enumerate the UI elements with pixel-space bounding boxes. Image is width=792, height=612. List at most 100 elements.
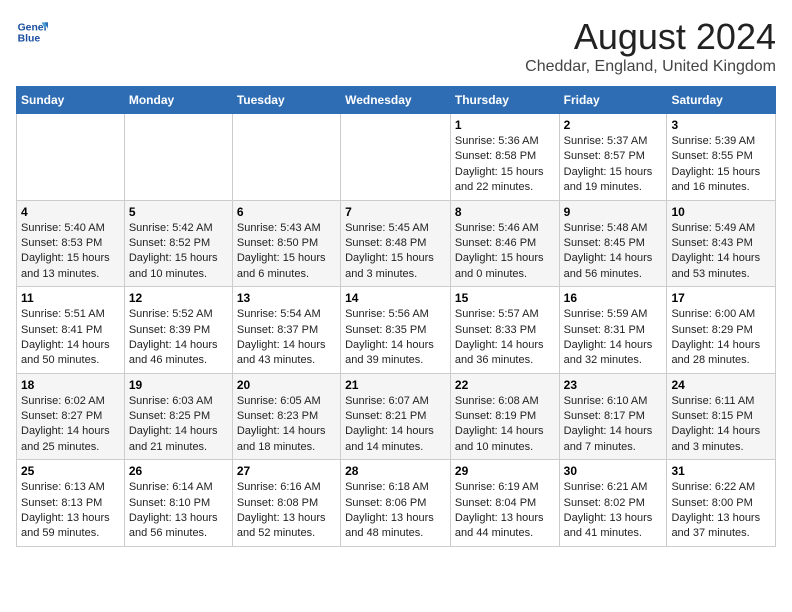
weekday-header-saturday: Saturday xyxy=(667,87,776,114)
day-number: 5 xyxy=(129,205,228,219)
day-info: Sunrise: 5:49 AM Sunset: 8:43 PM Dayligh… xyxy=(671,221,771,283)
day-info: Sunrise: 6:10 AM Sunset: 8:17 PM Dayligh… xyxy=(564,394,663,456)
calendar-cell: 3Sunrise: 5:39 AM Sunset: 8:55 PM Daylig… xyxy=(667,114,776,201)
day-number: 11 xyxy=(21,291,120,305)
calendar-cell: 1 Sunrise: 5:36 AM Sunset: 8:58 PM Daylig… xyxy=(450,114,559,201)
calendar-cell: 2 Sunrise: 5:37 AM Sunset: 8:57 PM Daylig… xyxy=(559,114,667,201)
day-info: Sunrise: 5:59 AM Sunset: 8:31 PM Dayligh… xyxy=(564,307,663,369)
page-header: General Blue August 2024 Cheddar, Englan… xyxy=(16,16,776,76)
calendar-cell: 17 Sunrise: 6:00 AM Sunset: 8:29 PM Dayli… xyxy=(667,287,776,374)
calendar-cell: 12 Sunrise: 5:52 AM Sunset: 8:39 PM Dayli… xyxy=(124,287,232,374)
weekday-header-wednesday: Wednesday xyxy=(341,87,451,114)
calendar-cell: 4Sunrise: 5:40 AM Sunset: 8:53 PM Daylig… xyxy=(17,200,125,287)
day-info: Sunrise: 5:56 AM Sunset: 8:35 PM Dayligh… xyxy=(345,307,446,369)
calendar-cell: 20Sunrise: 6:05 AM Sunset: 8:23 PM Dayli… xyxy=(232,373,340,460)
day-number: 17 xyxy=(671,291,771,305)
day-number: 14 xyxy=(345,291,446,305)
subtitle: Cheddar, England, United Kingdom xyxy=(525,58,776,76)
day-number: 31 xyxy=(671,464,771,478)
title-section: August 2024 Cheddar, England, United Kin… xyxy=(525,16,776,76)
day-number: 4 xyxy=(21,205,120,219)
day-info: Sunrise: 5:36 AM Sunset: 8:58 PM Dayligh… xyxy=(455,134,555,196)
day-info: Sunrise: 5:39 AM Sunset: 8:55 PM Dayligh… xyxy=(671,134,771,196)
calendar-cell: 15 Sunrise: 5:57 AM Sunset: 8:33 PM Dayli… xyxy=(450,287,559,374)
day-number: 19 xyxy=(129,378,228,392)
day-info: Sunrise: 5:52 AM Sunset: 8:39 PM Dayligh… xyxy=(129,307,228,369)
day-info: Sunrise: 5:48 AM Sunset: 8:45 PM Dayligh… xyxy=(564,221,663,283)
day-info: Sunrise: 5:54 AM Sunset: 8:37 PM Dayligh… xyxy=(237,307,336,369)
calendar-cell: 18Sunrise: 6:02 AM Sunset: 8:27 PM Dayli… xyxy=(17,373,125,460)
day-info: Sunrise: 6:14 AM Sunset: 8:10 PM Dayligh… xyxy=(129,480,228,542)
calendar-cell: 27 Sunrise: 6:16 AM Sunset: 8:08 PM Dayli… xyxy=(232,460,340,547)
day-number: 2 xyxy=(564,118,663,132)
calendar-cell: 16Sunrise: 5:59 AM Sunset: 8:31 PM Dayli… xyxy=(559,287,667,374)
day-number: 6 xyxy=(237,205,336,219)
weekday-header-tuesday: Tuesday xyxy=(232,87,340,114)
day-info: Sunrise: 6:13 AM Sunset: 8:13 PM Dayligh… xyxy=(21,480,120,542)
day-info: Sunrise: 6:07 AM Sunset: 8:21 PM Dayligh… xyxy=(345,394,446,456)
calendar-cell xyxy=(17,114,125,201)
weekday-header-monday: Monday xyxy=(124,87,232,114)
day-number: 28 xyxy=(345,464,446,478)
day-number: 23 xyxy=(564,378,663,392)
calendar-row: 18Sunrise: 6:02 AM Sunset: 8:27 PM Dayli… xyxy=(17,373,776,460)
calendar-table: SundayMondayTuesdayWednesdayThursdayFrid… xyxy=(16,86,776,547)
calendar-cell: 5Sunrise: 5:42 AM Sunset: 8:52 PM Daylig… xyxy=(124,200,232,287)
day-info: Sunrise: 6:00 AM Sunset: 8:29 PM Dayligh… xyxy=(671,307,771,369)
day-info: Sunrise: 6:21 AM Sunset: 8:02 PM Dayligh… xyxy=(564,480,663,542)
day-info: Sunrise: 5:57 AM Sunset: 8:33 PM Dayligh… xyxy=(455,307,555,369)
day-number: 7 xyxy=(345,205,446,219)
day-number: 20 xyxy=(237,378,336,392)
calendar-cell: 26 Sunrise: 6:14 AM Sunset: 8:10 PM Dayli… xyxy=(124,460,232,547)
weekday-header-thursday: Thursday xyxy=(450,87,559,114)
calendar-cell: 9 Sunrise: 5:48 AM Sunset: 8:45 PM Daylig… xyxy=(559,200,667,287)
day-info: Sunrise: 6:03 AM Sunset: 8:25 PM Dayligh… xyxy=(129,394,228,456)
calendar-cell: 10 Sunrise: 5:49 AM Sunset: 8:43 PM Dayli… xyxy=(667,200,776,287)
day-number: 9 xyxy=(564,205,663,219)
day-info: Sunrise: 6:22 AM Sunset: 8:00 PM Dayligh… xyxy=(671,480,771,542)
calendar-cell: 25Sunrise: 6:13 AM Sunset: 8:13 PM Dayli… xyxy=(17,460,125,547)
calendar-cell: 29Sunrise: 6:19 AM Sunset: 8:04 PM Dayli… xyxy=(450,460,559,547)
weekday-header-sunday: Sunday xyxy=(17,87,125,114)
day-number: 1 xyxy=(455,118,555,132)
day-number: 30 xyxy=(564,464,663,478)
calendar-cell: 14 Sunrise: 5:56 AM Sunset: 8:35 PM Dayli… xyxy=(341,287,451,374)
main-title: August 2024 xyxy=(525,16,776,58)
day-info: Sunrise: 6:18 AM Sunset: 8:06 PM Dayligh… xyxy=(345,480,446,542)
day-info: Sunrise: 6:08 AM Sunset: 8:19 PM Dayligh… xyxy=(455,394,555,456)
day-number: 12 xyxy=(129,291,228,305)
day-number: 29 xyxy=(455,464,555,478)
day-info: Sunrise: 5:51 AM Sunset: 8:41 PM Dayligh… xyxy=(21,307,120,369)
day-number: 10 xyxy=(671,205,771,219)
day-info: Sunrise: 5:46 AM Sunset: 8:46 PM Dayligh… xyxy=(455,221,555,283)
calendar-cell xyxy=(341,114,451,201)
day-number: 22 xyxy=(455,378,555,392)
calendar-row: 11 Sunrise: 5:51 AM Sunset: 8:41 PM Dayli… xyxy=(17,287,776,374)
calendar-cell: 19 Sunrise: 6:03 AM Sunset: 8:25 PM Dayli… xyxy=(124,373,232,460)
calendar-cell: 7Sunrise: 5:45 AM Sunset: 8:48 PM Daylig… xyxy=(341,200,451,287)
logo-icon: General Blue xyxy=(16,16,48,48)
day-number: 15 xyxy=(455,291,555,305)
calendar-cell: 6 Sunrise: 5:43 AM Sunset: 8:50 PM Daylig… xyxy=(232,200,340,287)
calendar-cell: 22 Sunrise: 6:08 AM Sunset: 8:19 PM Dayli… xyxy=(450,373,559,460)
day-number: 27 xyxy=(237,464,336,478)
calendar-cell: 31 Sunrise: 6:22 AM Sunset: 8:00 PM Dayli… xyxy=(667,460,776,547)
calendar-cell: 21Sunrise: 6:07 AM Sunset: 8:21 PM Dayli… xyxy=(341,373,451,460)
day-info: Sunrise: 6:11 AM Sunset: 8:15 PM Dayligh… xyxy=(671,394,771,456)
day-number: 13 xyxy=(237,291,336,305)
svg-text:Blue: Blue xyxy=(18,34,41,45)
calendar-cell: 13 Sunrise: 5:54 AM Sunset: 8:37 PM Dayli… xyxy=(232,287,340,374)
calendar-cell xyxy=(232,114,340,201)
day-info: Sunrise: 5:43 AM Sunset: 8:50 PM Dayligh… xyxy=(237,221,336,283)
day-number: 26 xyxy=(129,464,228,478)
day-info: Sunrise: 6:16 AM Sunset: 8:08 PM Dayligh… xyxy=(237,480,336,542)
calendar-cell: 28 Sunrise: 6:18 AM Sunset: 8:06 PM Dayli… xyxy=(341,460,451,547)
calendar-row: 1 Sunrise: 5:36 AM Sunset: 8:58 PM Daylig… xyxy=(17,114,776,201)
calendar-row: 4Sunrise: 5:40 AM Sunset: 8:53 PM Daylig… xyxy=(17,200,776,287)
calendar-cell: 30 Sunrise: 6:21 AM Sunset: 8:02 PM Dayli… xyxy=(559,460,667,547)
day-info: Sunrise: 5:37 AM Sunset: 8:57 PM Dayligh… xyxy=(564,134,663,196)
calendar-cell: 24Sunrise: 6:11 AM Sunset: 8:15 PM Dayli… xyxy=(667,373,776,460)
logo: General Blue xyxy=(16,16,48,48)
calendar-cell: 11 Sunrise: 5:51 AM Sunset: 8:41 PM Dayli… xyxy=(17,287,125,374)
calendar-cell xyxy=(124,114,232,201)
